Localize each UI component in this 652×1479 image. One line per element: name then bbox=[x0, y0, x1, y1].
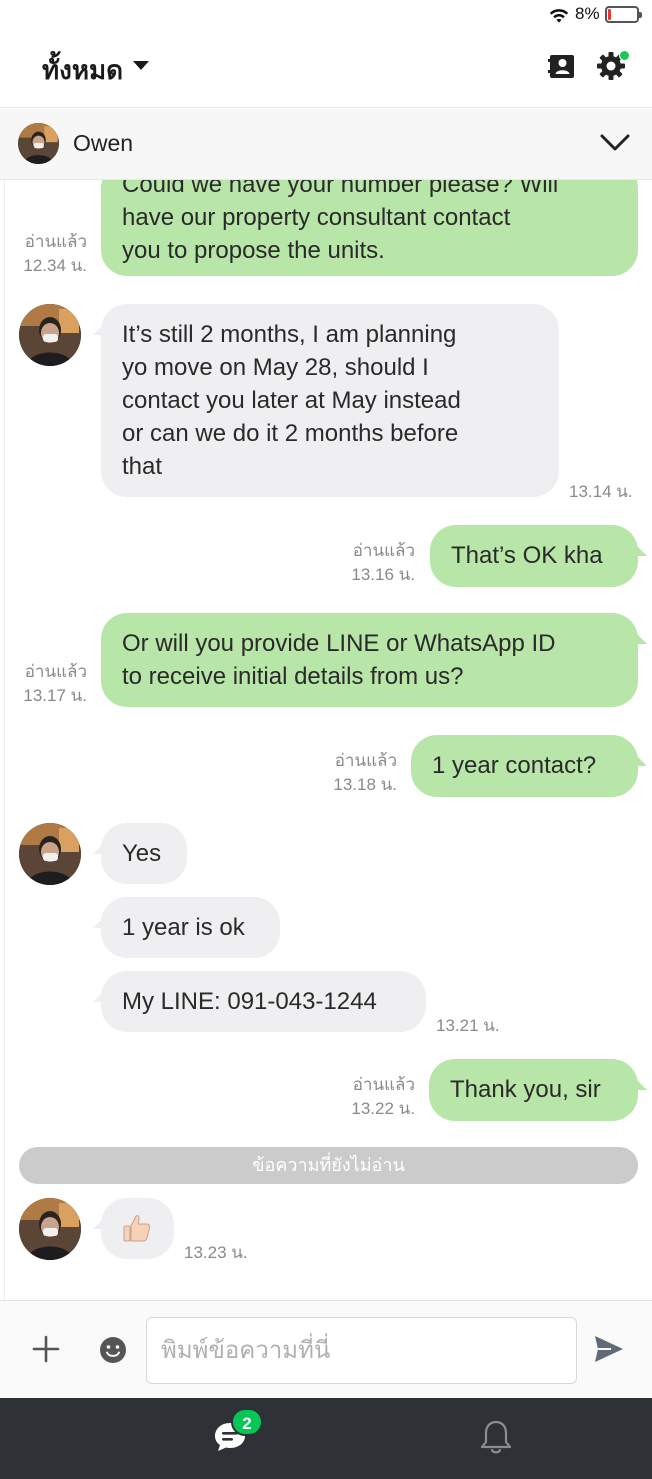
bubble-tail bbox=[636, 755, 647, 766]
avatar-photo bbox=[19, 304, 81, 366]
sender-avatar[interactable] bbox=[19, 304, 81, 366]
sender-avatar[interactable] bbox=[19, 1198, 81, 1260]
avatar-photo bbox=[19, 823, 81, 885]
send-icon[interactable] bbox=[593, 1334, 625, 1364]
outgoing-message[interactable]: Thank you, sir bbox=[429, 1059, 638, 1121]
settings-notification-dot bbox=[619, 50, 630, 61]
incoming-message[interactable]: My LINE: 091-043-1244 bbox=[101, 971, 426, 1032]
battery-percentage: 8% bbox=[575, 4, 600, 23]
emoji-icon[interactable] bbox=[98, 1335, 128, 1365]
bottom-navigation: 2 bbox=[0, 1398, 652, 1479]
plus-icon[interactable] bbox=[32, 1335, 60, 1363]
unread-messages-divider: ข้อความที่ยังไม่อ่าน bbox=[19, 1147, 638, 1184]
status-bar: 8% bbox=[0, 0, 652, 30]
outgoing-message[interactable]: That’s OK kha bbox=[430, 525, 638, 587]
avatar-photo bbox=[18, 123, 59, 164]
message-line: to receive initial details from us? bbox=[122, 663, 464, 690]
contact-avatar[interactable] bbox=[18, 123, 59, 164]
message-meta: อ่านแล้ว 13.22 น. bbox=[333, 1073, 415, 1121]
message-text: Yes bbox=[122, 840, 162, 867]
message-line: that bbox=[122, 453, 163, 480]
message-meta: อ่านแล้ว 13.18 น. bbox=[315, 749, 397, 797]
message-input-bar bbox=[0, 1300, 652, 1398]
unread-chats-badge: 2 bbox=[231, 1408, 263, 1436]
incoming-message[interactable]: 1 year is ok bbox=[101, 897, 280, 958]
avatar-photo bbox=[19, 1198, 81, 1260]
bubble-tail bbox=[636, 1079, 647, 1090]
message-line: Or will you provide LINE or WhatsApp ID bbox=[122, 630, 556, 657]
message-line: have our property consultant contact bbox=[122, 204, 511, 231]
read-receipt: อ่านแล้ว bbox=[24, 232, 87, 251]
chat-screen: 8% ทั้งหมด Owen Could we have your numbe… bbox=[0, 0, 652, 1479]
outgoing-message[interactable]: Or will you provide LINE or WhatsApp ID … bbox=[101, 613, 638, 707]
message-line: yo move on May 28, should I bbox=[122, 354, 429, 381]
message-time: 13.17 น. bbox=[23, 686, 87, 705]
message-input[interactable] bbox=[146, 1317, 577, 1384]
contact-card-icon[interactable] bbox=[548, 52, 576, 80]
incoming-message[interactable]: Yes bbox=[101, 823, 187, 884]
message-time: 13.21 น. bbox=[436, 1016, 500, 1035]
message-meta: อ่านแล้ว 12.34 น. bbox=[9, 230, 87, 278]
read-receipt: อ่านแล้ว bbox=[352, 1075, 415, 1094]
message-line: It’s still 2 months, I am planning bbox=[122, 321, 457, 348]
message-time: 13.18 น. bbox=[333, 775, 397, 794]
message-line: or can we do it 2 months before bbox=[122, 420, 459, 447]
contact-name: Owen bbox=[73, 130, 134, 156]
message-line: Could we have your number please? Will bbox=[122, 180, 559, 198]
message-time: 12.34 น. bbox=[23, 256, 87, 275]
chat-header[interactable]: Owen bbox=[0, 109, 652, 180]
bubble-tail bbox=[636, 545, 647, 556]
outgoing-message[interactable]: Could we have your number please? Will h… bbox=[101, 180, 638, 276]
incoming-message[interactable]: It’s still 2 months, I am planning yo mo… bbox=[101, 304, 559, 497]
outgoing-message[interactable]: 1 year contact? bbox=[411, 735, 638, 797]
message-text: 1 year is ok bbox=[122, 914, 245, 941]
sender-avatar[interactable] bbox=[19, 823, 81, 885]
wifi-icon bbox=[549, 9, 569, 23]
incoming-sticker-message[interactable] bbox=[101, 1198, 174, 1259]
chat-filter-dropdown[interactable]: ทั้งหมด bbox=[42, 50, 123, 91]
read-receipt: อ่านแล้ว bbox=[352, 541, 415, 560]
battery-icon bbox=[605, 6, 642, 23]
message-meta: อ่านแล้ว 13.17 น. bbox=[9, 660, 87, 708]
read-receipt: อ่านแล้ว bbox=[334, 751, 397, 770]
message-time: 13.23 น. bbox=[184, 1243, 248, 1262]
message-time: 13.16 น. bbox=[351, 565, 415, 584]
chevron-down-icon[interactable] bbox=[600, 133, 630, 153]
message-time: 13.22 น. bbox=[351, 1099, 415, 1118]
message-meta: อ่านแล้ว 13.16 น. bbox=[335, 539, 415, 587]
bubble-tail bbox=[636, 633, 647, 644]
message-list[interactable]: Could we have your number please? Will h… bbox=[4, 180, 652, 1300]
message-line: you to propose the units. bbox=[122, 237, 385, 264]
read-receipt: อ่านแล้ว bbox=[24, 662, 87, 681]
top-bar: ทั้งหมด bbox=[0, 30, 652, 108]
message-text: 1 year contact? bbox=[432, 752, 597, 779]
message-time: 13.14 น. bbox=[569, 482, 633, 501]
message-line: contact you later at May instead bbox=[122, 387, 461, 414]
notifications-bell-icon[interactable] bbox=[479, 1419, 513, 1455]
message-text: That’s OK kha bbox=[451, 542, 603, 569]
message-text: My LINE: 091-043-1244 bbox=[122, 988, 377, 1015]
message-text: Thank you, sir bbox=[450, 1076, 601, 1103]
caret-down-icon[interactable] bbox=[133, 61, 149, 70]
thumbs-up-icon bbox=[123, 1215, 151, 1242]
